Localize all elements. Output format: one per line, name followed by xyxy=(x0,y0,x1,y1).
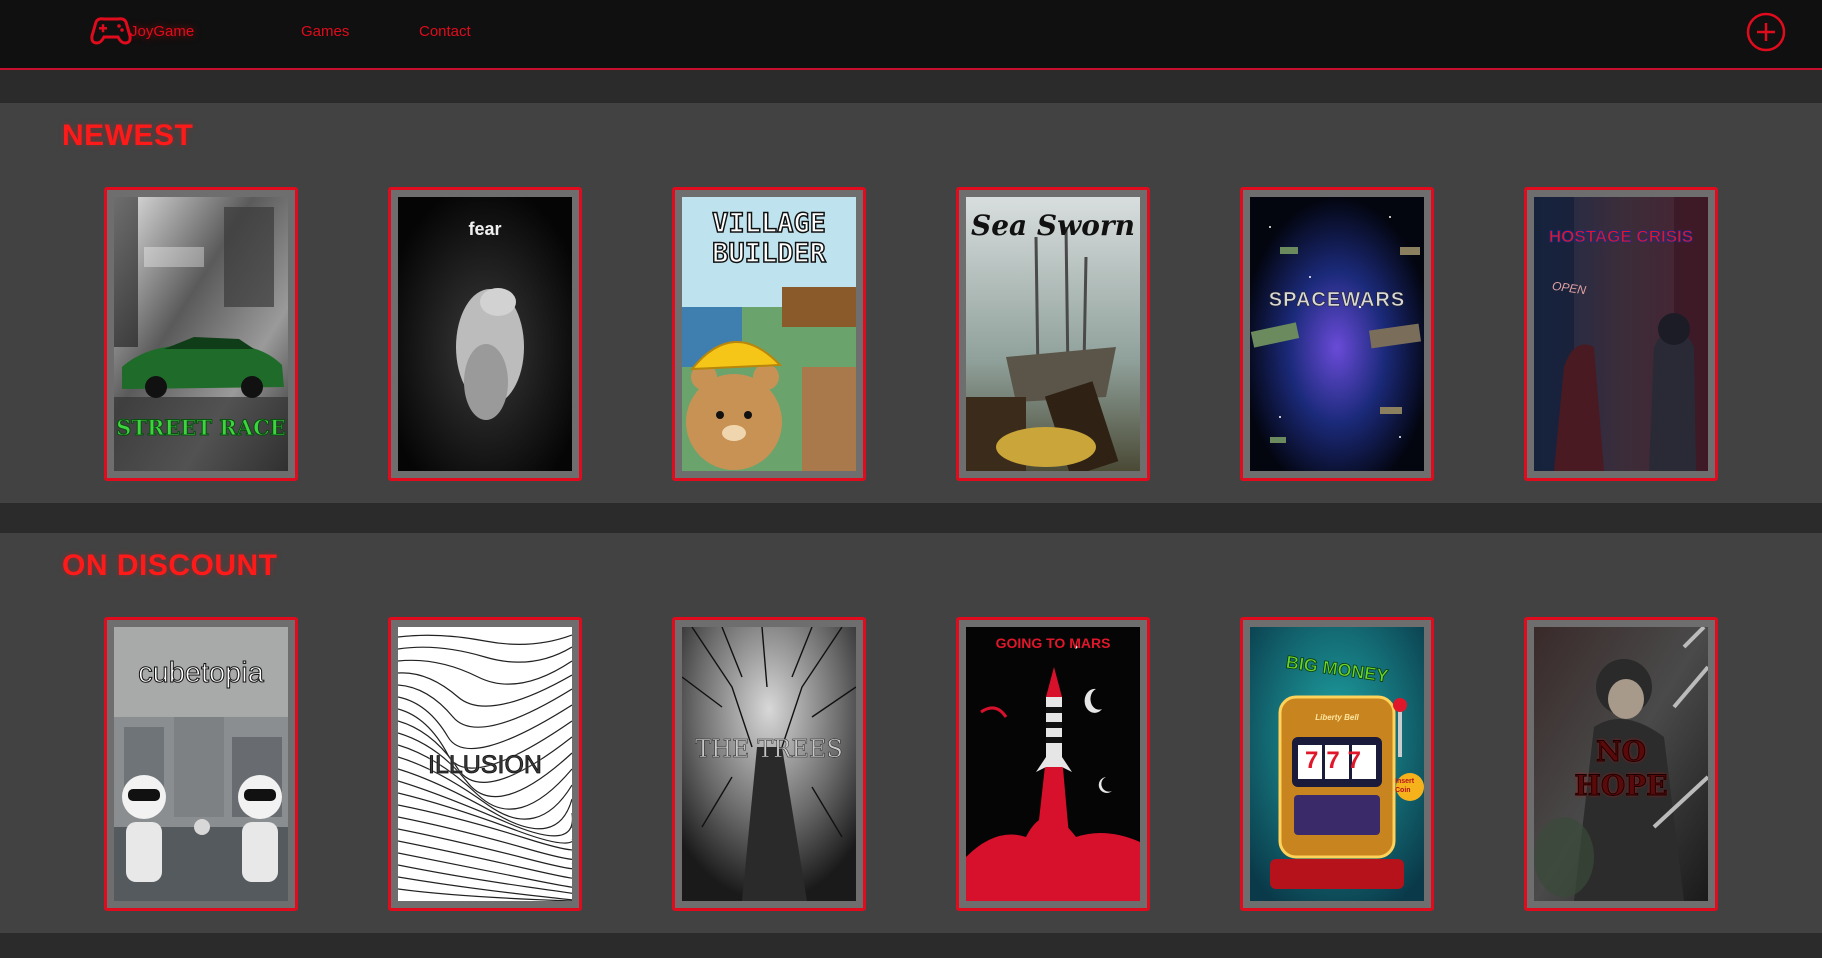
game-cover-village-builder: VILLAGE BUILDER xyxy=(682,197,856,471)
newest-section: NEWEST STREET RACE fear VILLAGE BUILDER … xyxy=(0,103,1822,503)
big-money-brand-text: Liberty Bell xyxy=(1315,713,1359,722)
game-title-no-hope-line1: NO xyxy=(1596,735,1647,769)
game-cover-fear: fear xyxy=(398,197,572,471)
game-cover-no-hope: NO HOPE xyxy=(1534,627,1708,901)
game-cover-spacewars: SPACEWARS xyxy=(1250,197,1424,471)
game-card-no-hope[interactable]: NO HOPE xyxy=(1524,617,1718,911)
game-card-street-race[interactable]: STREET RACE xyxy=(104,187,298,481)
game-cover-sea-sworn: Sea Sworn xyxy=(966,197,1140,471)
section-title-on-discount: ON DISCOUNT xyxy=(62,549,278,582)
game-card-the-trees[interactable]: THE TREES xyxy=(672,617,866,911)
game-card-illusion[interactable]: ILLUSION xyxy=(388,617,582,911)
game-card-village-builder[interactable]: VILLAGE BUILDER xyxy=(672,187,866,481)
game-title-illusion: ILLUSION xyxy=(428,751,543,780)
game-cover-hostage-crisis: HOSTAGE CRISIS OPEN xyxy=(1534,197,1708,471)
game-title-village-builder: VILLAGE BUILDER xyxy=(682,208,856,270)
game-card-hostage-crisis[interactable]: HOSTAGE CRISIS OPEN xyxy=(1524,187,1718,481)
big-money-reels-text: 777 xyxy=(1304,747,1370,774)
game-title-hostage-crisis: HOSTAGE CRISIS xyxy=(1548,227,1694,247)
game-title-village-builder-line2: BUILDER xyxy=(711,238,826,270)
logo-link[interactable]: JoyGame xyxy=(90,16,194,46)
plus-circle-icon[interactable] xyxy=(1746,12,1786,52)
game-title-fear: fear xyxy=(468,219,502,239)
game-cover-the-trees: THE TREES xyxy=(682,627,856,901)
section-title-newest: NEWEST xyxy=(62,119,194,152)
game-card-spacewars[interactable]: SPACEWARS xyxy=(1240,187,1434,481)
game-title-cubetopia: cubetopia xyxy=(138,657,265,690)
gamepad-icon xyxy=(90,16,132,46)
game-title-no-hope-line2: HOPE xyxy=(1574,769,1668,803)
nav-games-link[interactable]: Games xyxy=(301,23,349,40)
game-card-big-money[interactable]: BIG MONEY Liberty Bell 777 Insert Coin xyxy=(1240,617,1434,911)
game-title-the-trees: THE TREES xyxy=(695,735,843,764)
game-cover-big-money: BIG MONEY Liberty Bell 777 Insert Coin xyxy=(1250,627,1424,901)
game-title-village-builder-line1: VILLAGE xyxy=(711,208,826,240)
game-title-spacewars: SPACEWARS xyxy=(1268,289,1406,312)
game-cover-illusion: ILLUSION xyxy=(398,627,572,901)
game-cover-going-to-mars: GOING TO MARS xyxy=(966,627,1140,901)
logo-text: JoyGame xyxy=(130,22,195,40)
nav-contact-link[interactable]: Contact xyxy=(419,23,471,40)
game-cover-street-race: STREET RACE xyxy=(114,197,288,471)
on-discount-section: ON DISCOUNT cubetopia ILLUSION THE TREES… xyxy=(0,533,1822,933)
game-card-sea-sworn[interactable]: Sea Sworn xyxy=(956,187,1150,481)
game-title-sea-sworn: Sea Sworn xyxy=(970,209,1136,242)
game-cover-cubetopia: cubetopia xyxy=(114,627,288,901)
game-title-no-hope: NO HOPE xyxy=(1534,735,1708,803)
big-money-insert-coin-text: Insert Coin xyxy=(1395,778,1415,794)
game-card-fear[interactable]: fear xyxy=(388,187,582,481)
game-title-street-race: STREET RACE xyxy=(116,415,287,441)
game-title-going-to-mars: GOING TO MARS xyxy=(995,635,1111,651)
top-navbar: JoyGame Games Contact xyxy=(0,0,1822,70)
game-card-cubetopia[interactable]: cubetopia xyxy=(104,617,298,911)
game-card-going-to-mars[interactable]: GOING TO MARS xyxy=(956,617,1150,911)
